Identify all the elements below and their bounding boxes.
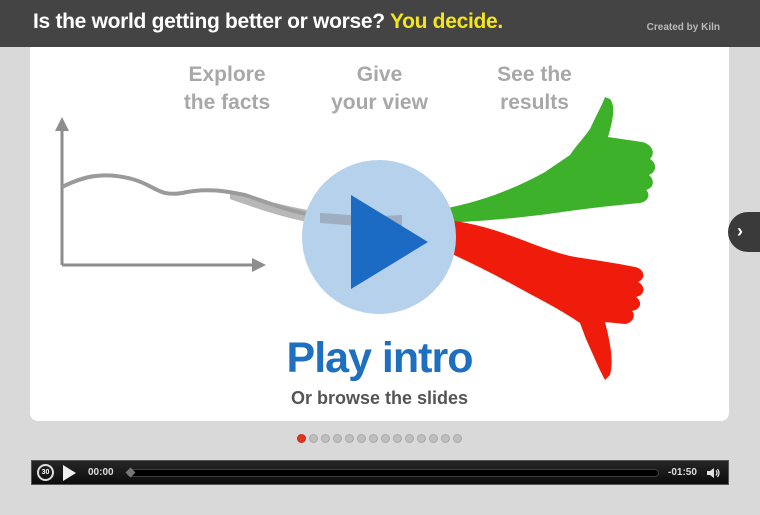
slide-dot[interactable] [297, 434, 306, 443]
slide-dot[interactable] [369, 434, 378, 443]
slide-dot[interactable] [441, 434, 450, 443]
slide-dot[interactable] [333, 434, 342, 443]
browse-slides-link[interactable]: Or browse the slides [30, 388, 729, 409]
title-question: Is the world getting better or worse? [33, 10, 385, 33]
slide-dot[interactable] [453, 434, 462, 443]
slide-dot[interactable] [405, 434, 414, 443]
slide-pagination [297, 434, 462, 445]
slide-dot[interactable] [381, 434, 390, 443]
slide-dot[interactable] [417, 434, 426, 443]
play-intro-link[interactable]: Play intro [30, 334, 729, 383]
slide-dot[interactable] [345, 434, 354, 443]
intro-slide: Explore the facts Give your view See the… [30, 47, 729, 421]
rewind-30-icon[interactable]: 30 [37, 464, 54, 481]
step-see-results: See the results [497, 63, 572, 114]
slide-dot[interactable] [309, 434, 318, 443]
page-title: Is the world getting better or worse? Yo… [33, 10, 503, 34]
header-bar: Is the world getting better or worse? Yo… [0, 0, 760, 47]
chevron-right-icon: › [737, 221, 743, 241]
current-time: 00:00 [88, 467, 114, 478]
slide-dot[interactable] [321, 434, 330, 443]
remaining-time: -01:50 [668, 467, 697, 478]
slide-dot[interactable] [393, 434, 402, 443]
title-accent: You decide. [389, 10, 503, 33]
credit-link[interactable]: Created by Kiln [647, 22, 720, 33]
audio-player: 30 00:00 -01:50 [31, 460, 729, 485]
step-give-view: Give your view [331, 63, 428, 114]
volume-icon[interactable] [706, 466, 720, 480]
progress-knob[interactable] [125, 467, 136, 478]
step-explore: Explore the facts [183, 63, 271, 114]
slide-dot[interactable] [429, 434, 438, 443]
slide-dot[interactable] [357, 434, 366, 443]
next-slide-button[interactable]: › [728, 212, 760, 252]
progress-track[interactable] [125, 467, 659, 478]
play-button[interactable] [63, 465, 76, 481]
